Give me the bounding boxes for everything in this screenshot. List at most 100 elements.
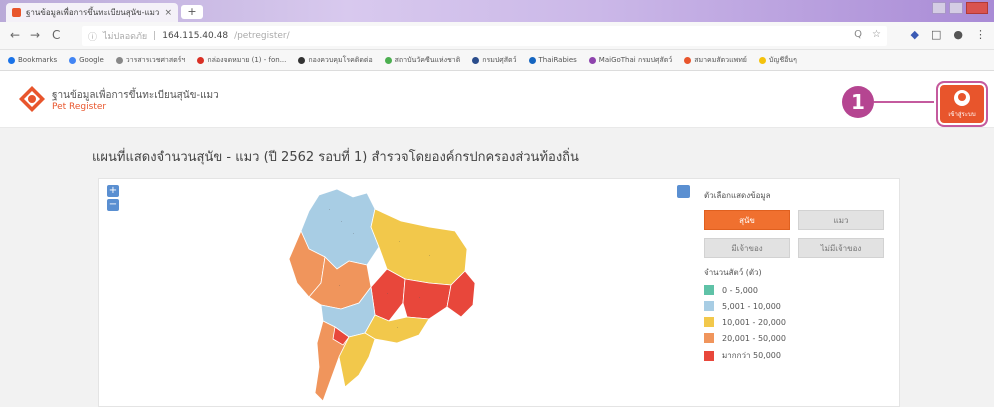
title-bar: ฐานข้อมูลเพื่อการขึ้นทะเบียนสุนัข-แมว × …: [0, 0, 994, 22]
callout-line: [874, 101, 934, 103]
toolbar-icons: ◆ □ ● ⋮: [911, 28, 986, 41]
bookmark-label: สมาคมสัตวแพทย์: [694, 55, 747, 64]
bookmark-item[interactable]: สถาบันวัคซีนแห่งชาติ: [384, 55, 461, 66]
svg-text:·: ·: [399, 239, 400, 244]
bookmark-label: กองควบคุมโรคติดต่อ: [308, 55, 373, 64]
svg-text:·: ·: [329, 207, 330, 212]
close-tab-icon[interactable]: ×: [164, 8, 172, 18]
legend-label: 5,001 - 10,000: [722, 301, 781, 311]
svg-text:·: ·: [397, 325, 398, 330]
map-panel: + − · · · · · · · · · ตัวเลือกแสดงข้อมูล…: [98, 178, 900, 407]
bookmark-item[interactable]: ThaiRabies: [528, 56, 577, 64]
menu-icon[interactable]: ⋮: [975, 28, 986, 41]
bookmark-icon: [69, 56, 77, 64]
cat-button[interactable]: แมว: [798, 210, 884, 230]
favicon-icon: [12, 8, 21, 17]
profile-icon[interactable]: ●: [953, 28, 963, 41]
extension-icon[interactable]: ◆: [911, 28, 919, 41]
bookmark-icon: [758, 56, 766, 64]
owned-button[interactable]: มีเจ้าของ: [704, 238, 790, 258]
legend-item: 10,001 - 20,000: [704, 317, 889, 327]
brand-title[interactable]: ฐานข้อมูลเพื่อการขึ้นทะเบียนสุนัข-แมว: [52, 88, 219, 103]
bookmark-icon: [298, 56, 306, 64]
login-label: เข้าสู่ระบบ: [948, 110, 976, 118]
login-button[interactable]: เข้าสู่ระบบ: [936, 81, 988, 127]
legend-label: 0 - 5,000: [722, 285, 758, 295]
security-label: ไม่ปลอดภัย: [103, 32, 148, 42]
back-icon[interactable]: ←: [10, 28, 20, 42]
bookmark-item[interactable]: วารสารเวชศาสตร์ฯ: [115, 55, 186, 66]
bookmarks-bar: Bookmarks Google วารสารเวชศาสตร์ฯ กล่องจดหม…: [0, 50, 994, 71]
pet-register-logo-icon[interactable]: [18, 85, 46, 113]
maximize-icon[interactable]: [949, 2, 963, 14]
bookmark-item[interactable]: กองควบคุมโรคติดต่อ: [298, 55, 373, 66]
browser-tab[interactable]: ฐานข้อมูลเพื่อการขึ้นทะเบียนสุนัข-แมว ×: [6, 3, 178, 22]
address-bar: ← → C ⓘ ไม่ปลอดภัย | 164.115.40.48/petre…: [0, 22, 994, 50]
bookmark-label: Google: [79, 56, 104, 64]
info-icon: ⓘ: [88, 32, 98, 43]
bookmark-icon: [384, 56, 392, 64]
legend-label: 10,001 - 20,000: [722, 317, 786, 327]
svg-text:·: ·: [429, 253, 430, 258]
close-window-icon[interactable]: [966, 2, 988, 14]
legend-label: 20,001 - 50,000: [722, 333, 786, 343]
reload-icon[interactable]: C: [52, 28, 60, 42]
svg-text:·: ·: [353, 231, 354, 236]
unowned-button[interactable]: ไม่มีเจ้าของ: [798, 238, 884, 258]
url-host: 164.115.40.48: [162, 31, 229, 41]
forward-icon[interactable]: →: [30, 28, 40, 42]
zoom-out-button[interactable]: −: [107, 199, 119, 211]
callout-badge: 1: [842, 86, 874, 118]
layers-icon[interactable]: [677, 185, 690, 198]
map-region-isan-south[interactable]: [402, 278, 452, 320]
legend-swatch: [704, 317, 714, 327]
bookmark-item[interactable]: สมาคมสัตวแพทย์: [684, 55, 747, 66]
bookmark-icon: [197, 56, 205, 64]
svg-text:·: ·: [419, 295, 420, 300]
dog-button[interactable]: สุนัข: [704, 210, 790, 230]
search-icon[interactable]: Q: [854, 29, 862, 40]
tab-title: ฐานข้อมูลเพื่อการขึ้นทะเบียนสุนัข-แมว: [26, 8, 160, 17]
zoom-in-button[interactable]: +: [107, 185, 119, 197]
count-title: จำนวนสัตว์ (ตัว): [704, 268, 762, 277]
bookmark-icon: [528, 56, 536, 64]
bookmark-label: MaiGoThai กรมปศุสัตว์: [598, 55, 673, 64]
legend-swatch: [704, 285, 714, 295]
cast-icon[interactable]: □: [931, 28, 941, 41]
url-path: /petregister/: [234, 31, 290, 41]
bookmark-label: กรมปศุสัตว์: [482, 55, 517, 64]
brand-subtitle[interactable]: Pet Register: [52, 102, 106, 112]
bookmark-item[interactable]: MaiGoThai กรมปศุสัตว์: [588, 55, 673, 66]
star-icon[interactable]: ☆: [872, 29, 881, 40]
legend-item: 0 - 5,000: [704, 285, 889, 295]
main-content: แผนที่แสดงจำนวนสุนัข - แมว (ปี 2562 รอบท…: [0, 128, 994, 407]
bookmark-item[interactable]: กรมปศุสัตว์: [472, 55, 517, 66]
new-tab-button[interactable]: +: [181, 5, 203, 19]
legend-label: มากกว่า 50,000: [722, 351, 781, 360]
bookmark-icon: [115, 56, 123, 64]
bookmark-icon: [684, 56, 692, 64]
svg-text:·: ·: [387, 291, 388, 296]
legend-ranges: 0 - 5,000 5,001 - 10,000 10,001 - 20,000 20…: [704, 285, 889, 362]
bookmark-label: วารสารเวชศาสตร์ฯ: [125, 55, 186, 64]
legend-panel: ตัวเลือกแสดงข้อมูล สุนัข แมว มีเจ้าของ ไ…: [704, 189, 889, 368]
bookmark-label: บัญชีอื่นๆ: [768, 55, 797, 64]
page-title: แผนที่แสดงจำนวนสุนัข - แมว (ปี 2562 รอบท…: [92, 150, 579, 165]
bookmark-item[interactable]: Google: [69, 56, 104, 64]
bookmark-item[interactable]: บัญชีอื่นๆ: [758, 55, 797, 66]
bookmark-icon: [588, 56, 596, 64]
url-input[interactable]: ⓘ ไม่ปลอดภัย | 164.115.40.48/petregister…: [82, 26, 887, 46]
svg-text:·: ·: [341, 219, 342, 224]
bookmark-icon: [472, 56, 480, 64]
bookmark-item[interactable]: Bookmarks: [8, 56, 57, 64]
bookmark-icon: [8, 56, 15, 64]
zoom-control: + −: [107, 185, 119, 211]
legend-item: มากกว่า 50,000: [704, 349, 889, 362]
legend-item: 5,001 - 10,000: [704, 301, 889, 311]
bookmark-label: สถาบันวัคซีนแห่งชาติ: [394, 55, 461, 64]
minimize-icon[interactable]: [932, 2, 946, 14]
thailand-map[interactable]: · · · · · · · · ·: [279, 187, 509, 407]
legend-title: ตัวเลือกแสดงข้อมูล: [704, 191, 771, 200]
bookmark-item[interactable]: กล่องจดหมาย (1) - fon...: [197, 55, 286, 66]
legend-swatch: [704, 333, 714, 343]
